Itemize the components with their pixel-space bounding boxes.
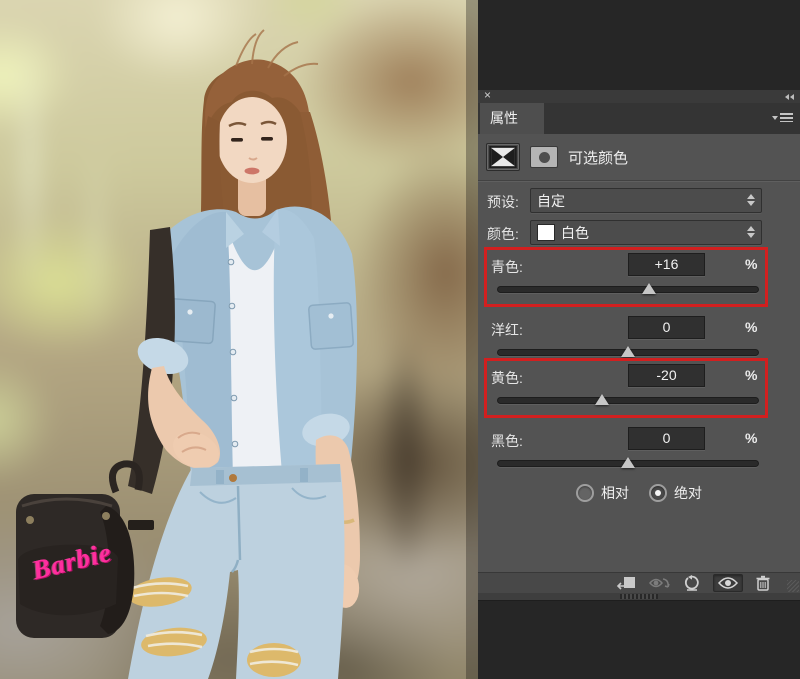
yellow-unit: % xyxy=(745,367,758,383)
yellow-slider-group: 黄色: -20 % xyxy=(484,358,768,418)
color-swatch xyxy=(537,224,555,241)
yellow-label: 黄色: xyxy=(491,370,523,386)
black-slider-thumb[interactable] xyxy=(621,457,635,468)
cyan-slider-track[interactable] xyxy=(497,283,759,294)
delete-icon[interactable] xyxy=(756,575,770,591)
radio-circle-icon xyxy=(649,484,667,502)
dock-drag-handle-icon[interactable] xyxy=(620,594,658,599)
photo-canvas[interactable]: Barbie xyxy=(0,0,478,679)
yellow-slider-track[interactable] xyxy=(497,394,759,405)
mode-radio-row: 相对 绝对 xyxy=(478,483,800,503)
dropdown-stepper-icon xyxy=(747,194,755,206)
dock-divider xyxy=(478,593,800,601)
selective-color-icon[interactable] xyxy=(486,143,520,171)
black-slider-track[interactable] xyxy=(497,457,759,468)
panel-content: 可选颜色 预设: 自定 颜色: 白色 青色: +16 % 洋红: 0 % 黄色:… xyxy=(478,134,800,572)
radio-circle-icon xyxy=(576,484,594,502)
toggle-visibility-icon[interactable] xyxy=(713,574,743,592)
magenta-value-input[interactable]: 0 xyxy=(628,316,705,339)
photoshop-workspace: Barbie × 属性 可选颜色 预设: 自定 颜色: 白色 青色: +16 %… xyxy=(0,0,800,679)
preset-select[interactable]: 自定 xyxy=(530,188,762,213)
view-previous-state-icon[interactable] xyxy=(649,576,671,590)
reset-icon[interactable] xyxy=(684,575,700,591)
cyan-slider-group: 青色: +16 % xyxy=(484,247,768,307)
adjustment-title: 可选颜色 xyxy=(568,149,629,167)
cyan-slider-thumb[interactable] xyxy=(641,283,656,294)
radio-absolute[interactable]: 绝对 xyxy=(649,483,702,503)
black-value-input[interactable]: 0 xyxy=(628,427,705,450)
black-unit: % xyxy=(745,430,758,446)
black-label: 黑色: xyxy=(491,433,523,449)
panel-toolbar xyxy=(478,572,800,593)
yellow-value-input[interactable]: -20 xyxy=(628,364,705,387)
layer-mask-icon[interactable] xyxy=(530,146,558,168)
panel-menu-icon[interactable] xyxy=(772,113,793,122)
magenta-unit: % xyxy=(745,319,758,335)
clip-to-layer-icon[interactable] xyxy=(616,575,636,591)
yellow-slider-thumb[interactable] xyxy=(595,394,609,405)
close-icon[interactable]: × xyxy=(484,89,491,102)
tab-properties[interactable]: 属性 xyxy=(480,103,544,134)
cyan-label: 青色: xyxy=(491,259,523,275)
panel-header-bar: × xyxy=(478,89,800,103)
cyan-unit: % xyxy=(745,256,758,272)
magenta-label: 洋红: xyxy=(491,322,523,338)
color-select[interactable]: 白色 xyxy=(530,220,762,245)
radio-relative[interactable]: 相对 xyxy=(576,483,629,503)
dropdown-stepper-icon xyxy=(747,226,755,238)
magenta-slider-thumb[interactable] xyxy=(621,346,635,357)
magenta-slider-track[interactable] xyxy=(497,346,759,357)
properties-panel: × 属性 可选颜色 预设: 自定 颜色: 白色 青色: +16 % 洋红: 0 … xyxy=(478,0,800,679)
cyan-value-input[interactable]: +16 xyxy=(628,253,705,276)
panel-resize-grip[interactable] xyxy=(787,580,799,592)
black-slider-group: 黑色: 0 % xyxy=(484,421,768,481)
divider xyxy=(478,180,800,182)
panel-tab-bar: 属性 xyxy=(478,103,800,134)
collapse-panel-icon[interactable] xyxy=(785,94,794,100)
color-label: 颜色: xyxy=(487,226,519,242)
preset-label: 预设: xyxy=(487,194,519,210)
